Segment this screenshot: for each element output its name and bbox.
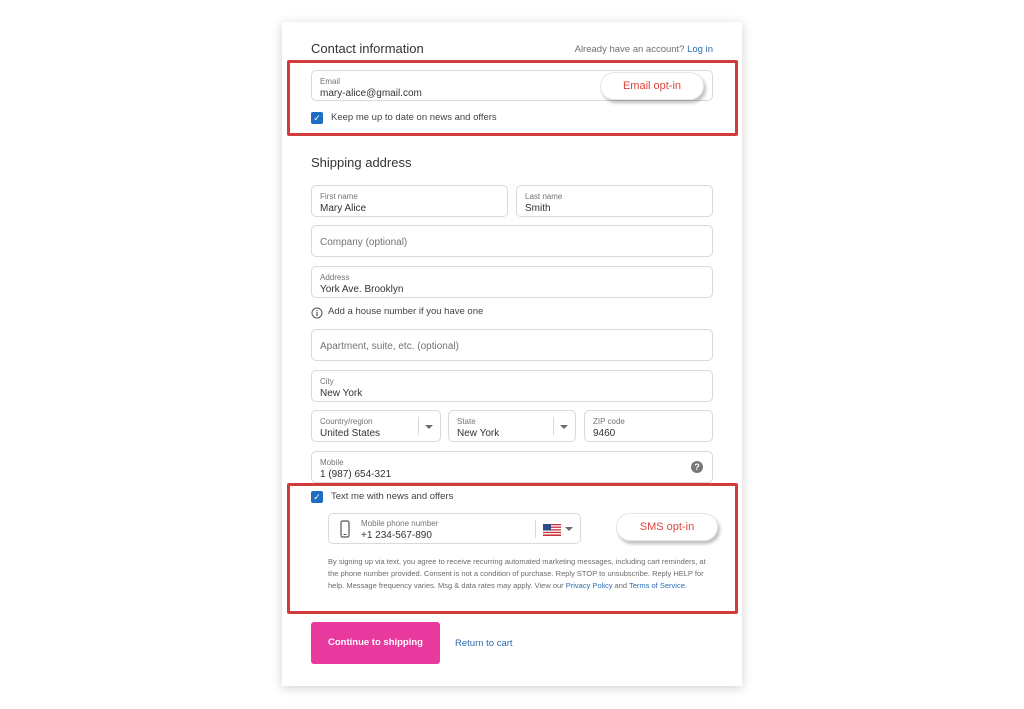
city-label: City — [320, 377, 334, 386]
return-to-cart-link[interactable]: Return to cart — [455, 638, 513, 649]
address-field[interactable]: Address York Ave. Brooklyn — [311, 266, 713, 298]
company-placeholder: Company (optional) — [320, 237, 408, 248]
zip-value: 9460 — [593, 428, 616, 439]
zip-field[interactable]: ZIP code 9460 — [584, 410, 713, 442]
have-account-text: Already have an account? — [574, 44, 685, 55]
city-field[interactable]: City New York — [311, 370, 713, 402]
state-select[interactable]: State New York — [448, 410, 576, 442]
first-name-value: Mary Alice — [320, 203, 367, 214]
country-select[interactable]: Country/region United States — [311, 410, 441, 442]
country-value: United States — [320, 428, 381, 439]
continue-to-shipping-button[interactable]: Continue to shipping — [311, 622, 440, 664]
first-name-label: First name — [320, 192, 358, 201]
last-name-value: Smith — [525, 203, 551, 214]
last-name-field[interactable]: Last name Smith — [516, 185, 713, 217]
sms-optin-highlight — [287, 483, 738, 614]
mobile-label: Mobile — [320, 458, 344, 467]
chevron-down-icon — [425, 425, 433, 429]
last-name-label: Last name — [525, 192, 563, 201]
address-hint: Add a house number if you have one — [328, 306, 484, 317]
state-label: State — [457, 417, 476, 426]
first-name-field[interactable]: First name Mary Alice — [311, 185, 508, 217]
shipping-title: Shipping address — [311, 155, 412, 170]
email-optin-highlight — [287, 60, 738, 136]
zip-label: ZIP code — [593, 417, 625, 426]
contact-title: Contact information — [311, 41, 424, 56]
country-label: Country/region — [320, 417, 373, 426]
chevron-down-icon — [560, 425, 568, 429]
select-divider — [418, 417, 419, 435]
company-field[interactable]: Company (optional) — [311, 225, 713, 257]
login-link[interactable]: Log in — [687, 44, 713, 55]
address-label: Address — [320, 273, 350, 282]
mobile-field[interactable]: Mobile 1 (987) 654-321 ? — [311, 451, 713, 483]
state-value: New York — [457, 428, 500, 439]
select-divider — [553, 417, 554, 435]
info-icon — [311, 306, 323, 319]
login-prompt: Already have an account? Log in — [575, 44, 713, 55]
apartment-field[interactable]: Apartment, suite, etc. (optional) — [311, 329, 713, 361]
city-value: New York — [320, 388, 363, 399]
question-icon[interactable]: ? — [691, 461, 703, 473]
address-value: York Ave. Brooklyn — [320, 284, 404, 295]
mobile-value: 1 (987) 654-321 — [320, 469, 392, 480]
apartment-placeholder: Apartment, suite, etc. (optional) — [320, 341, 459, 352]
